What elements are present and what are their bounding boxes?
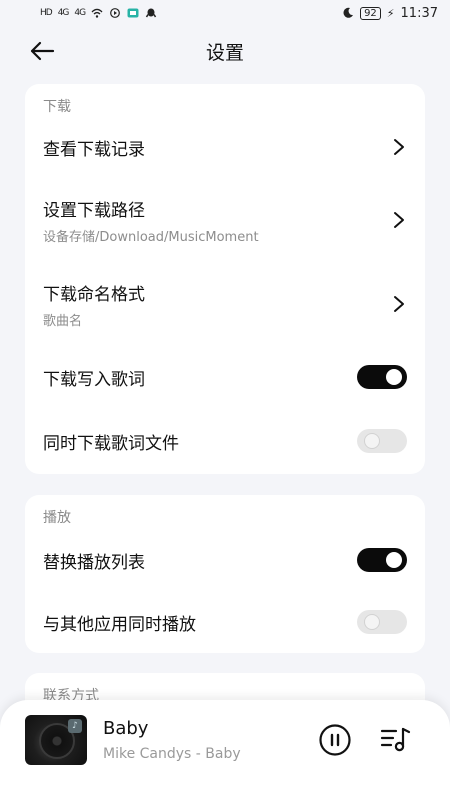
row-label: 与其他应用同时播放 bbox=[43, 614, 196, 635]
pause-icon bbox=[319, 724, 351, 756]
replace-playlist-toggle[interactable] bbox=[357, 548, 407, 572]
view-download-records-row[interactable]: 查看下载记录 bbox=[25, 118, 425, 176]
back-button[interactable] bbox=[26, 36, 58, 66]
cellular-signal-icon: 4G bbox=[57, 8, 70, 18]
download-path-value: 设备存储/Download/MusicMoment bbox=[43, 229, 259, 245]
playlist-button[interactable] bbox=[380, 726, 412, 754]
status-bar-left: HD 4G 4G bbox=[40, 8, 157, 18]
download-lyrics-file-toggle[interactable] bbox=[357, 429, 407, 453]
status-bar-right: 92 ⚡ 11:37 bbox=[342, 6, 438, 21]
moon-icon bbox=[343, 7, 354, 18]
status-bar: HD 4G 4G 92 ⚡ 11:37 bbox=[0, 0, 450, 26]
section-title-download: 下载 bbox=[43, 99, 71, 115]
app-header: 设置 bbox=[0, 28, 450, 74]
chevron-right-icon bbox=[394, 212, 404, 228]
row-label: 查看下载记录 bbox=[43, 139, 145, 160]
naming-format-value: 歌曲名 bbox=[43, 313, 83, 329]
download-path-row[interactable]: 设置下载路径 设备存储/Download/MusicMoment bbox=[25, 176, 425, 264]
write-lyrics-toggle[interactable] bbox=[357, 365, 407, 389]
row-label: 下载写入歌词 bbox=[43, 369, 145, 390]
song-title: Baby bbox=[103, 718, 149, 739]
naming-format-row[interactable]: 下载命名格式 歌曲名 bbox=[25, 264, 425, 344]
toggle-knob bbox=[386, 552, 402, 568]
toggle-knob bbox=[364, 614, 380, 630]
section-title-playback: 播放 bbox=[43, 510, 71, 526]
play-notification-icon bbox=[110, 8, 121, 18]
qq-notification-icon bbox=[145, 8, 157, 18]
app-notification-icon bbox=[127, 8, 139, 18]
back-arrow-icon bbox=[30, 41, 55, 61]
toggle-knob bbox=[364, 433, 380, 449]
cover-badge-icon: ♪ bbox=[68, 719, 82, 733]
row-text: 设置下载路径 设备存储/Download/MusicMoment bbox=[43, 196, 259, 245]
wifi-icon bbox=[91, 8, 103, 18]
write-lyrics-row: 下载写入歌词 bbox=[25, 344, 425, 410]
row-text: 下载命名格式 歌曲名 bbox=[43, 280, 145, 329]
song-artist: Mike Candys - Baby bbox=[103, 746, 241, 762]
row-label: 替换播放列表 bbox=[43, 552, 145, 573]
mini-player[interactable]: ♪ Baby Mike Candys - Baby bbox=[0, 700, 450, 800]
playlist-icon bbox=[380, 727, 411, 752]
row-label: 下载命名格式 bbox=[43, 284, 145, 305]
toggle-knob bbox=[386, 369, 402, 385]
download-lyrics-file-row: 同时下载歌词文件 bbox=[25, 410, 425, 472]
playback-settings-card: 播放 替换播放列表 与其他应用同时播放 bbox=[25, 495, 425, 653]
clock-time: 11:37 bbox=[400, 5, 438, 21]
download-settings-card: 下载 查看下载记录 设置下载路径 设备存储/Download/MusicMome… bbox=[25, 84, 425, 474]
album-cover[interactable]: ♪ bbox=[25, 715, 87, 765]
row-label: 设置下载路径 bbox=[43, 200, 145, 221]
hd-signal-icon: HD bbox=[40, 8, 53, 18]
pause-button[interactable] bbox=[318, 723, 352, 757]
battery-indicator: 92 bbox=[360, 6, 381, 20]
row-text: 查看下载记录 bbox=[43, 135, 145, 160]
row-label: 同时下载歌词文件 bbox=[43, 433, 179, 454]
chevron-right-icon bbox=[394, 139, 404, 155]
charging-icon: ⚡ bbox=[386, 6, 395, 20]
chevron-right-icon bbox=[394, 296, 404, 312]
mix-with-others-row: 与其他应用同时播放 bbox=[25, 591, 425, 653]
cellular-signal-icon-2: 4G bbox=[74, 8, 86, 18]
replace-playlist-row: 替换播放列表 bbox=[25, 529, 425, 591]
page-title: 设置 bbox=[205, 41, 244, 64]
mix-with-others-toggle[interactable] bbox=[357, 610, 407, 634]
